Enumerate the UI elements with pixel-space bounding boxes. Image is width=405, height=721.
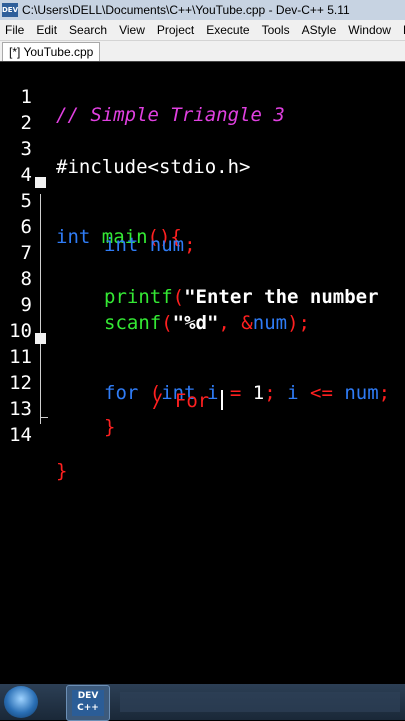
menu-help[interactable]: Help	[397, 23, 405, 37]
code-line: 14 }	[0, 404, 405, 482]
code-line: 2	[0, 92, 405, 134]
window-title: C:\Users\DELL\Documents\C++\YouTube.cpp …	[22, 3, 350, 17]
menu-execute[interactable]: Execute	[200, 23, 255, 37]
menu-astyle[interactable]: AStyle	[296, 23, 343, 37]
code-editor[interactable]: 1 // Simple Triangle 3 2 3 #include<stdi…	[0, 61, 405, 684]
fold-end-marker	[40, 404, 48, 418]
menu-search[interactable]: Search	[63, 23, 113, 37]
fold-toggle-icon[interactable]	[35, 333, 46, 344]
code-line: 11 for (int i = 1; i <= num;	[0, 326, 405, 404]
menu-window[interactable]: Window	[342, 23, 397, 37]
fold-toggle-icon[interactable]	[35, 177, 46, 188]
devcpp-taskbar-icon: DEV C++	[72, 690, 104, 716]
taskbar-blurred-area	[120, 692, 400, 712]
code-line: 12 / For	[0, 352, 405, 412]
code-line: 7	[0, 222, 405, 264]
code-line: 13 }	[0, 378, 405, 438]
code-line: 9 scanf("%d", &num);	[0, 274, 405, 334]
line-number: 14	[9, 424, 32, 446]
taskbar: DEV C++	[0, 684, 405, 721]
menu-edit[interactable]: Edit	[30, 23, 63, 37]
title-bar: DEV C:\Users\DELL\Documents\C++\YouTube.…	[0, 0, 405, 20]
menu-tools[interactable]: Tools	[256, 23, 296, 37]
menu-file[interactable]: File	[0, 23, 30, 37]
taskbar-devcpp-button[interactable]: DEV C++	[66, 685, 110, 721]
editor-tab-strip: [*] YouTube.cpp	[0, 40, 405, 61]
menu-view[interactable]: View	[113, 23, 151, 37]
code-line: 6 int num;	[0, 196, 405, 256]
code-line: 4	[0, 144, 405, 186]
menu-project[interactable]: Project	[151, 23, 200, 37]
code-line: 8 printf("Enter the number	[0, 248, 405, 308]
code-line: 10	[0, 300, 405, 342]
windows-start-icon[interactable]	[4, 686, 38, 718]
code-line: 3 #include<stdio.h>	[0, 118, 405, 178]
code-line: 1 // Simple Triangle 3	[0, 66, 405, 126]
devcpp-app-icon: DEV	[2, 3, 18, 17]
tab-youtube-cpp[interactable]: [*] YouTube.cpp	[2, 42, 101, 61]
menu-bar: File Edit Search View Project Execute To…	[0, 20, 405, 40]
code-text: }	[56, 460, 68, 482]
code-line: 5 int main(){	[0, 170, 405, 248]
